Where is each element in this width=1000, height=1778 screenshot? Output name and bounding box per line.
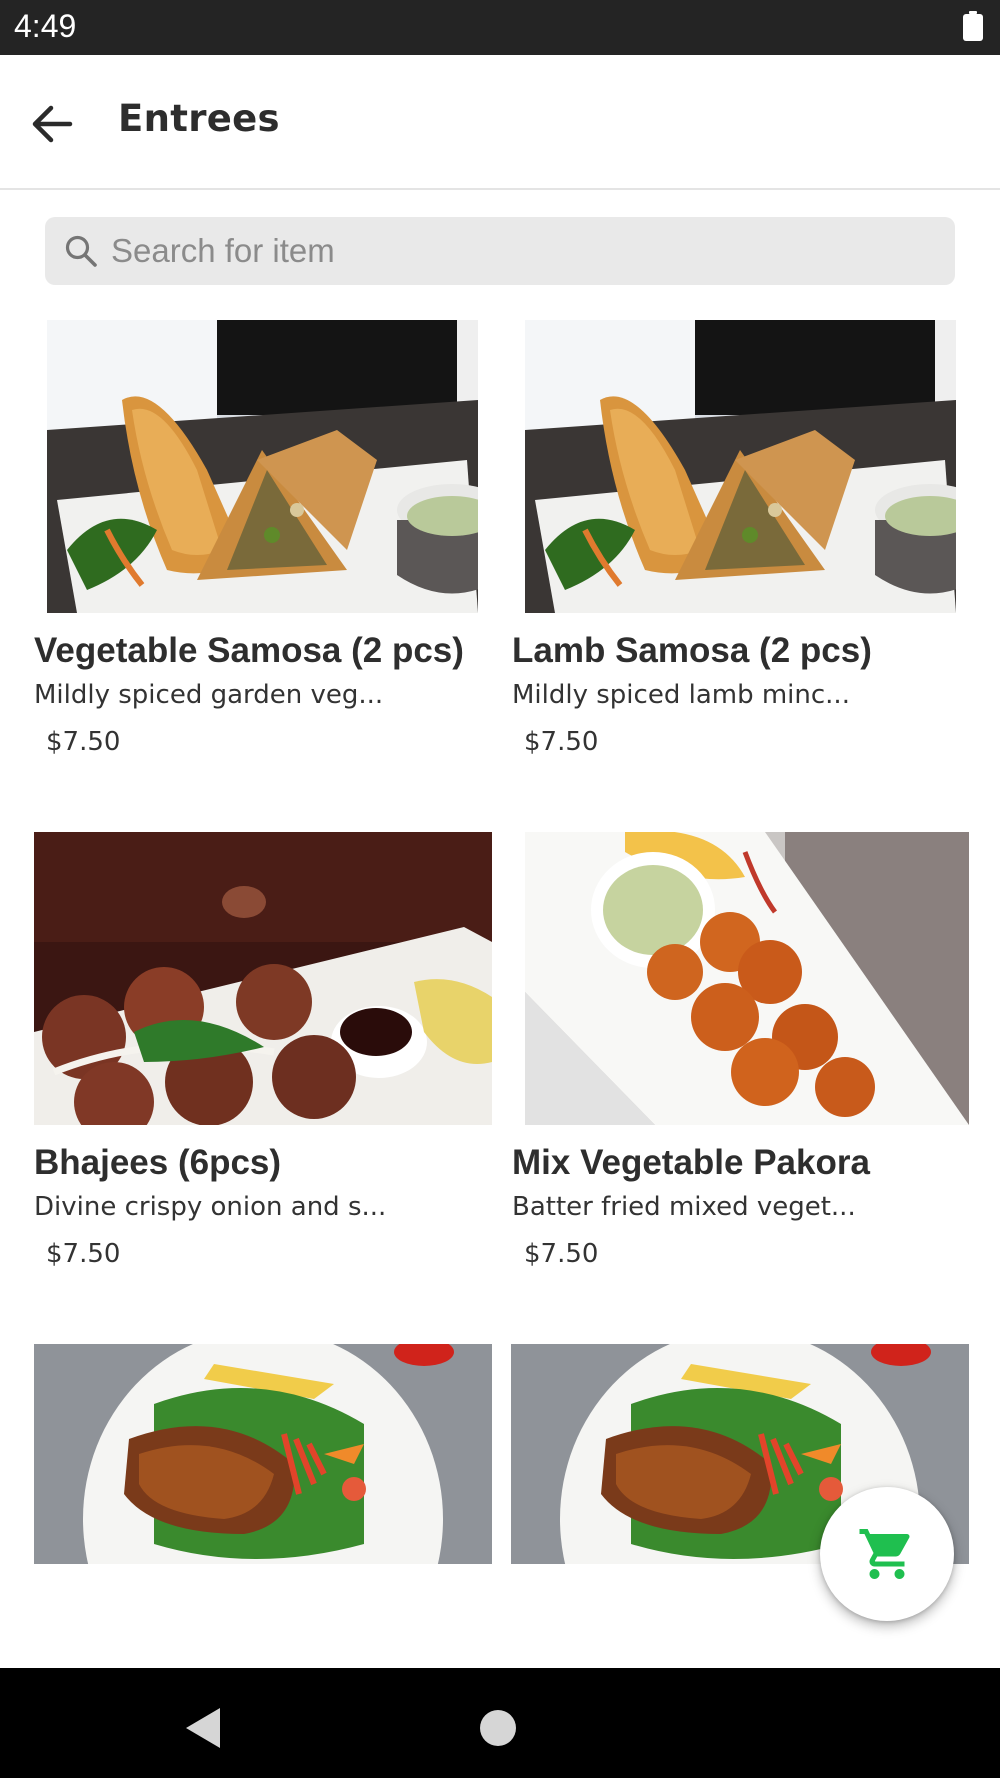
item-price: $7.50 <box>524 1239 599 1269</box>
menu-item-card[interactable]: Lamb Samosa (2 pcs) Mildly spiced lamb m… <box>512 320 972 760</box>
menu-item-card[interactable]: Bhajees (6pcs) Divine crispy onion and s… <box>34 832 494 1272</box>
item-image <box>47 320 478 613</box>
item-name: Bhajees (6pcs) <box>34 1143 282 1182</box>
item-price: $7.50 <box>524 727 599 757</box>
nav-home-icon[interactable] <box>480 1710 516 1746</box>
item-price: $7.50 <box>46 1239 121 1269</box>
item-image <box>525 832 969 1125</box>
cart-button[interactable] <box>820 1487 954 1621</box>
item-image <box>525 320 956 613</box>
item-description: Batter fried mixed veget... <box>512 1192 856 1222</box>
item-name: Mix Vegetable Pakora <box>512 1143 870 1182</box>
menu-item-card[interactable]: Vegetable Samosa (2 pcs) Mildly spiced g… <box>34 320 484 760</box>
menu-item-card[interactable]: Mix Vegetable Pakora Batter fried mixed … <box>512 832 972 1272</box>
shopping-cart-icon <box>859 1529 910 1579</box>
item-price: $7.50 <box>46 727 121 757</box>
item-description: Mildly spiced garden veg... <box>34 680 384 710</box>
menu-item-card[interactable] <box>34 1344 494 1566</box>
item-name: Lamb Samosa (2 pcs) <box>512 631 872 670</box>
item-image <box>34 1344 492 1564</box>
item-name: Vegetable Samosa (2 pcs) <box>34 631 464 670</box>
nav-back-icon[interactable] <box>182 1706 226 1750</box>
menu-grid: Vegetable Samosa (2 pcs) Mildly spiced g… <box>0 0 1000 1670</box>
item-description: Mildly spiced lamb minc... <box>512 680 850 710</box>
item-description: Divine crispy onion and s... <box>34 1192 387 1222</box>
item-image <box>34 832 492 1125</box>
